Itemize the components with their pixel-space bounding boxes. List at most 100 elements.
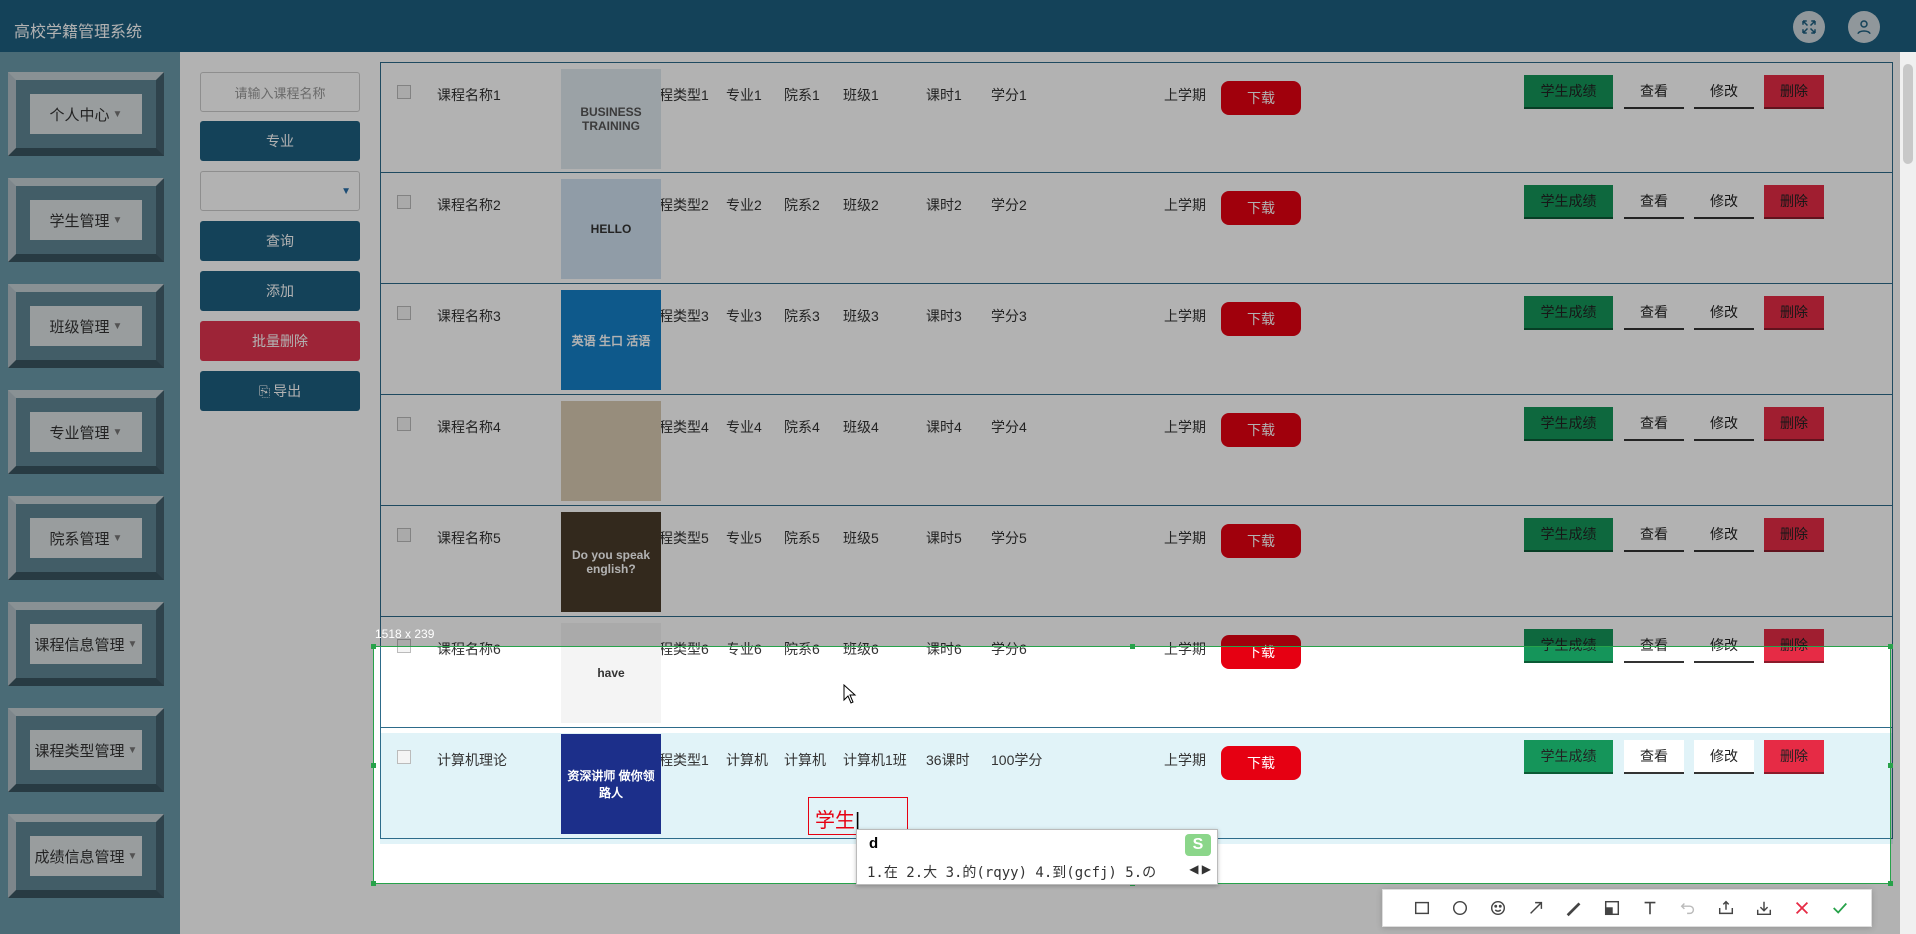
query-button[interactable]: 查询 — [200, 221, 360, 261]
page-scrollbar[interactable] — [1900, 52, 1916, 934]
share-icon[interactable] — [1715, 897, 1737, 919]
sidebar-item-students[interactable]: 学生管理 ▼ — [8, 178, 164, 262]
edit-button[interactable]: 修改 — [1694, 740, 1754, 774]
delete-button[interactable]: 删除 — [1764, 629, 1824, 663]
ellipse-tool-icon[interactable] — [1449, 897, 1471, 919]
edit-button[interactable]: 修改 — [1694, 75, 1754, 109]
download-button[interactable]: 下载 — [1221, 413, 1301, 447]
rectangle-tool-icon[interactable] — [1411, 897, 1433, 919]
resize-handle[interactable] — [1888, 881, 1893, 886]
cell-major: 专业2 — [726, 197, 762, 213]
table-row: 课程名称2课程类型2专业2院系2班级2课时2学分2上学期年限2HELLO下载学生… — [380, 173, 1893, 284]
top-bar: 高校学籍管理系统 — [0, 0, 1916, 52]
thumbnail-text: 英语 生口 活语 — [571, 333, 651, 348]
delete-button[interactable]: 删除 — [1764, 296, 1824, 330]
arrow-tool-icon[interactable] — [1525, 897, 1547, 919]
sidebar-item-classes[interactable]: 班级管理 ▼ — [8, 284, 164, 368]
sidebar-item-label: 院系管理 — [49, 530, 110, 548]
course-thumbnail: HELLO — [561, 179, 661, 279]
cancel-icon[interactable] — [1791, 897, 1813, 919]
emoji-tool-icon[interactable] — [1487, 897, 1509, 919]
add-button[interactable]: 添加 — [200, 271, 360, 311]
view-button[interactable]: 查看 — [1624, 629, 1684, 663]
row-checkbox[interactable] — [397, 639, 411, 653]
view-button[interactable]: 查看 — [1624, 407, 1684, 441]
resize-handle[interactable] — [371, 763, 376, 768]
download-button[interactable]: 下载 — [1221, 635, 1301, 669]
download-button[interactable]: 下载 — [1221, 191, 1301, 225]
confirm-check-icon[interactable] — [1829, 897, 1851, 919]
sidebar-item-personal-center[interactable]: 个人中心 ▼ — [8, 72, 164, 156]
batch-delete-button[interactable]: 批量删除 — [200, 321, 360, 361]
edit-button[interactable]: 修改 — [1694, 518, 1754, 552]
pen-tool-icon[interactable] — [1563, 897, 1585, 919]
scroll-thumb[interactable] — [1903, 64, 1913, 164]
sidebar-item-course-info[interactable]: 课程信息管理 ▼ — [8, 602, 164, 686]
ime-candidates[interactable]: 1.在 2.大 3.的(rqyy) 4.到(gcfj) 5.の — [867, 862, 1156, 882]
row-checkbox[interactable] — [397, 528, 411, 542]
edit-button[interactable]: 修改 — [1694, 407, 1754, 441]
fullscreen-button[interactable] — [1793, 11, 1825, 43]
course-name-search-input[interactable]: 请输入课程名称 — [200, 72, 360, 112]
cell-major: 专业4 — [726, 419, 762, 435]
caret-down-icon: ▼ — [112, 320, 123, 332]
row-checkbox[interactable] — [397, 750, 411, 764]
student-grades-button[interactable]: 学生成绩 — [1524, 407, 1613, 441]
student-grades-button[interactable]: 学生成绩 — [1524, 185, 1613, 219]
view-button[interactable]: 查看 — [1624, 740, 1684, 774]
download-button[interactable]: 下载 — [1221, 524, 1301, 558]
user-button[interactable] — [1848, 11, 1880, 43]
row-checkbox[interactable] — [397, 417, 411, 431]
cell-dept: 计算机 — [784, 752, 826, 768]
cell-name: 课程名称6 — [437, 641, 501, 657]
delete-button[interactable]: 删除 — [1764, 407, 1824, 441]
student-grades-button[interactable]: 学生成绩 — [1524, 75, 1613, 109]
student-grades-button[interactable]: 学生成绩 — [1524, 740, 1613, 774]
student-grades-button[interactable]: 学生成绩 — [1524, 629, 1613, 663]
table-row: 课程名称6课程类型6专业6院系6班级6课时6学分6上学期年限6have下载学生成… — [380, 617, 1893, 728]
row-checkbox[interactable] — [397, 195, 411, 209]
delete-button[interactable]: 删除 — [1764, 185, 1824, 219]
undo-icon[interactable] — [1677, 897, 1699, 919]
text-tool-icon[interactable] — [1639, 897, 1661, 919]
view-button[interactable]: 查看 — [1624, 185, 1684, 219]
row-checkbox[interactable] — [397, 85, 411, 99]
edit-button[interactable]: 修改 — [1694, 629, 1754, 663]
edit-button[interactable]: 修改 — [1694, 185, 1754, 219]
view-button[interactable]: 查看 — [1624, 518, 1684, 552]
view-button[interactable]: 查看 — [1624, 296, 1684, 330]
student-grades-button[interactable]: 学生成绩 — [1524, 296, 1613, 330]
cell-class: 计算机1班 — [843, 752, 907, 768]
download-icon[interactable] — [1753, 897, 1775, 919]
cell-credit: 学分4 — [991, 419, 1027, 435]
cell-class: 班级2 — [843, 197, 879, 213]
edit-button[interactable]: 修改 — [1694, 296, 1754, 330]
mosaic-tool-icon[interactable] — [1601, 897, 1623, 919]
download-button[interactable]: 下载 — [1221, 302, 1301, 336]
download-button[interactable]: 下载 — [1221, 81, 1301, 115]
sidebar: 个人中心 ▼ 学生管理 ▼ 班级管理 ▼ 专业管理 ▼ 院系管理 ▼ 课程信息管理 ▼ 课程… — [0, 52, 180, 934]
ime-next-page-icon[interactable]: ◀ ▶ — [1189, 862, 1211, 876]
chevron-down-icon: ▼ — [341, 185, 351, 197]
major-button[interactable]: 专业 — [200, 121, 360, 161]
export-button[interactable]: ⎘ 导出 — [200, 371, 360, 411]
delete-button[interactable]: 删除 — [1764, 518, 1824, 552]
major-select[interactable]: ▼ — [200, 171, 360, 211]
sidebar-item-label: 班级管理 — [49, 318, 110, 336]
sidebar-item-course-types[interactable]: 课程类型管理 ▼ — [8, 708, 164, 792]
cell-credit: 100学分 — [991, 752, 1043, 768]
delete-button[interactable]: 删除 — [1764, 740, 1824, 774]
student-grades-button[interactable]: 学生成绩 — [1524, 518, 1613, 552]
sidebar-item-label: 学生管理 — [49, 212, 110, 230]
delete-button[interactable]: 删除 — [1764, 75, 1824, 109]
download-button[interactable]: 下载 — [1221, 746, 1301, 780]
sidebar-item-departments[interactable]: 院系管理 ▼ — [8, 496, 164, 580]
cell-credit: 学分2 — [991, 197, 1027, 213]
view-button[interactable]: 查看 — [1624, 75, 1684, 109]
resize-handle[interactable] — [371, 881, 376, 886]
sidebar-item-majors[interactable]: 专业管理 ▼ — [8, 390, 164, 474]
cell-hours: 课时2 — [926, 197, 962, 213]
sidebar-item-grades[interactable]: 成绩信息管理 ▼ — [8, 814, 164, 898]
row-checkbox[interactable] — [397, 306, 411, 320]
resize-handle[interactable] — [371, 644, 376, 649]
